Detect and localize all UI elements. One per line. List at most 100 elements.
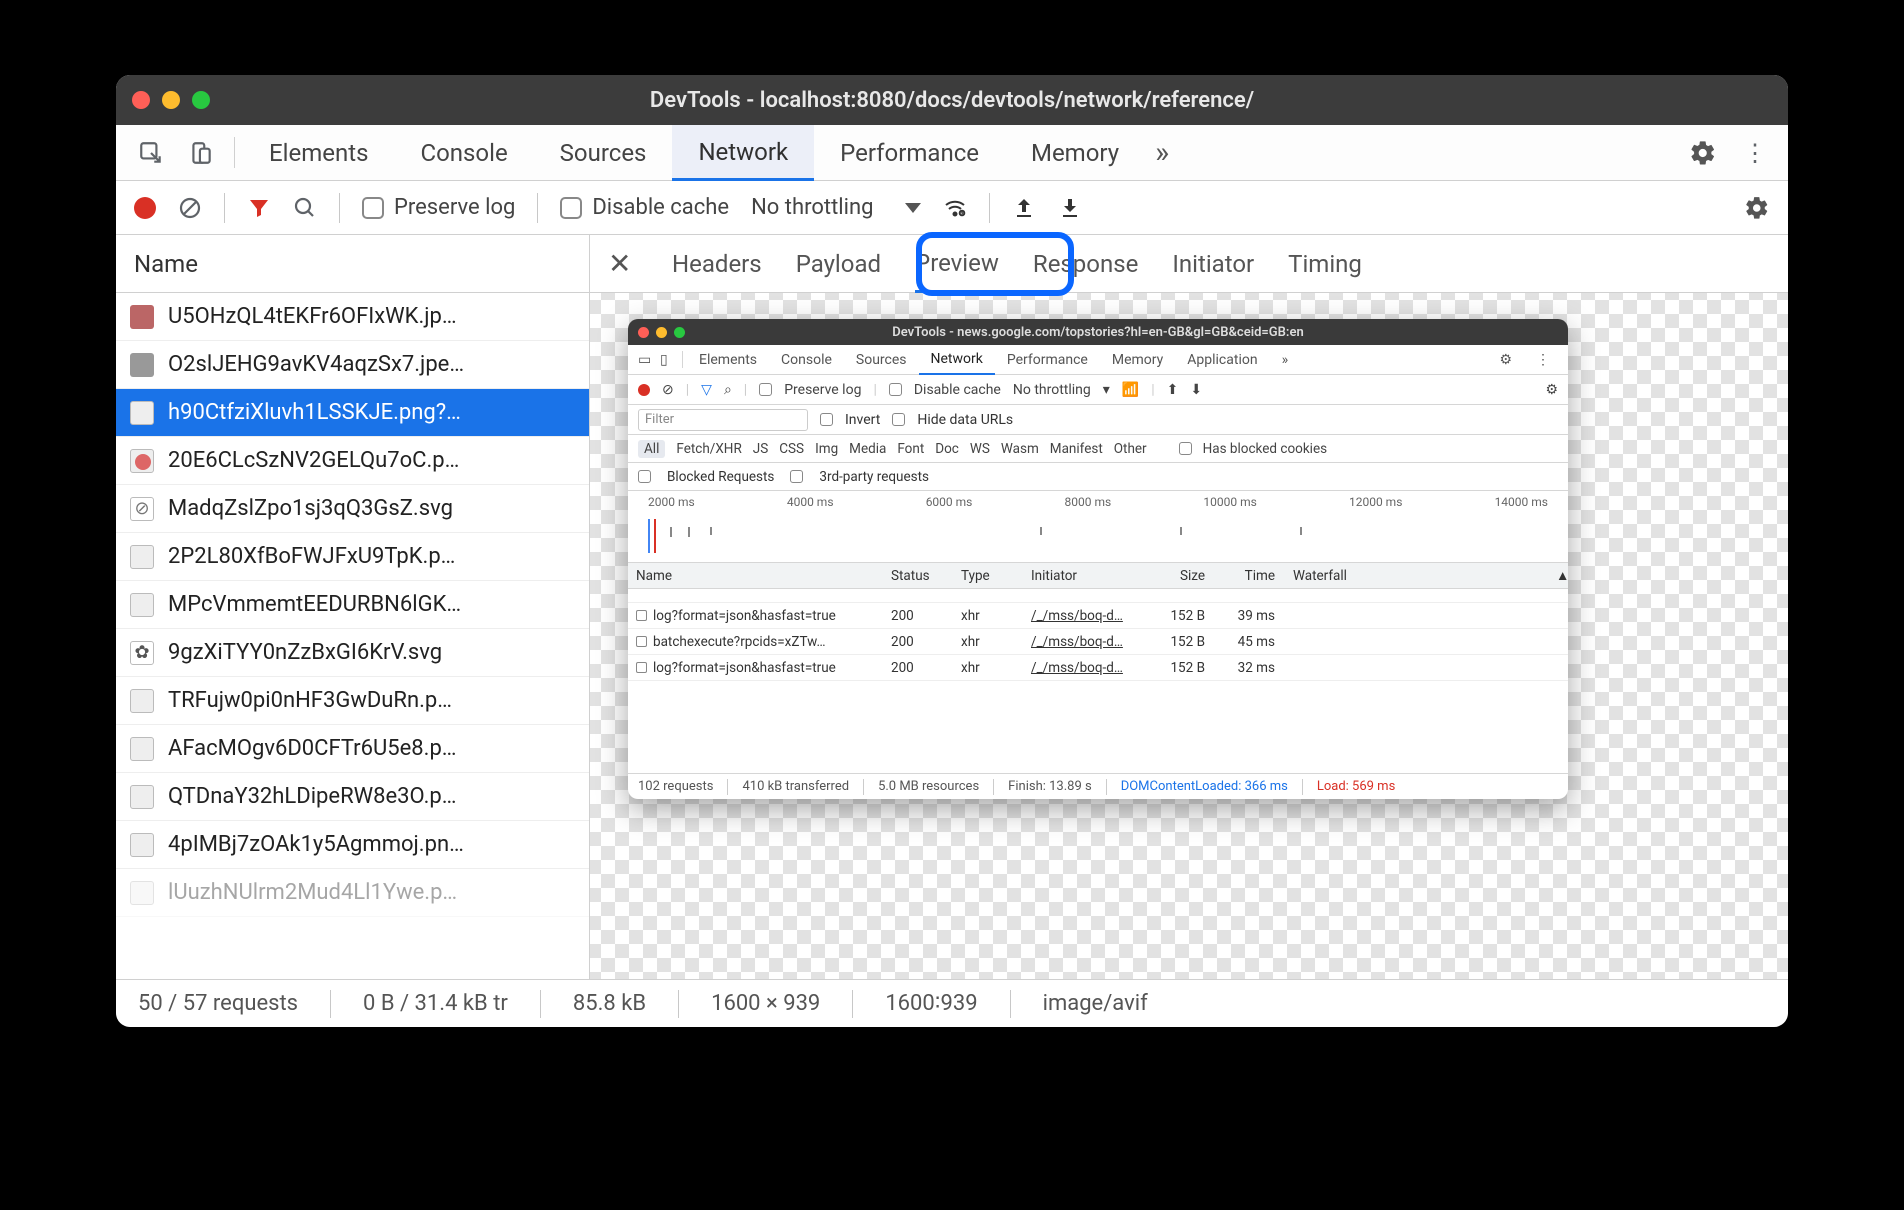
request-row[interactable]: 4pIMBj7zOAk1y5Agmmoj.pn… [116, 821, 589, 869]
mini-request-table: NameStatusTypeInitiatorSizeTimeWaterfall… [628, 563, 1568, 681]
mini-tab-sources: Sources [844, 345, 919, 374]
inspect-element-icon[interactable] [126, 125, 176, 180]
kebab-menu-icon[interactable]: ⋮ [1728, 125, 1778, 180]
mini-filter-row: Filter Invert Hide data URLs [628, 405, 1568, 435]
mini-hide-urls: Hide data URLs [917, 412, 1013, 428]
tab-memory[interactable]: Memory [1005, 125, 1145, 180]
request-row[interactable]: lUuzhNUlrm2Mud4Ll1Ywe.p… [116, 869, 589, 917]
mini-filter-types: All Fetch/XHRJSCSSImgMediaFontDocWSWasmM… [628, 435, 1568, 463]
kebab-menu-icon: ⋮ [1524, 345, 1562, 374]
clear-icon[interactable] [178, 196, 202, 220]
mini-tab-network: Network [919, 345, 995, 375]
tab-network[interactable]: Network [672, 125, 814, 181]
preserve-log-checkbox[interactable]: Preserve log [362, 195, 515, 220]
requests-count: 50 / 57 requests [138, 991, 298, 1016]
tab-elements[interactable]: Elements [243, 125, 394, 180]
disable-cache-checkbox[interactable]: Disable cache [560, 195, 729, 220]
network-settings-gear-icon[interactable] [1744, 195, 1770, 221]
gear-icon: ⚙ [1545, 382, 1558, 398]
mini-tab-console: Console [769, 345, 844, 374]
divider [234, 137, 235, 168]
request-row[interactable]: 20E6CLcSzNV2GELQu7oC.p… [116, 437, 589, 485]
more-tabs-chevron-icon[interactable]: » [1155, 125, 1169, 180]
devtools-window: DevTools - localhost:8080/docs/devtools/… [116, 75, 1788, 1027]
tab-sources[interactable]: Sources [534, 125, 673, 180]
request-list: U5OHzQL4tEKFr6OFIxWK.jp… O2slJEHG9avKV4a… [116, 293, 589, 979]
network-toolbar: Preserve log Disable cache No throttling [116, 181, 1788, 235]
mini-blocked-row: Blocked Requests 3rd-party requests [628, 463, 1568, 491]
name-column-header[interactable]: Name [116, 235, 589, 293]
request-row[interactable]: O2slJEHG9avKV4aqzSx7.jpe… [116, 341, 589, 389]
download-har-icon[interactable] [1058, 196, 1082, 220]
transferred-size: 0 B / 31.4 kB tr [363, 991, 508, 1016]
preview-image: DevTools - news.google.com/topstories?hl… [628, 319, 1568, 799]
tab-console[interactable]: Console [394, 125, 533, 180]
image-dimensions: 1600 × 939 [711, 991, 820, 1016]
mini-titlebar: DevTools - news.google.com/topstories?hl… [628, 319, 1568, 345]
panel-tabs: Elements Console Sources Network Perform… [116, 125, 1788, 181]
mini-tab-performance: Performance [995, 345, 1100, 374]
mini-window-title: DevTools - news.google.com/topstories?hl… [628, 325, 1568, 340]
preview-area: DevTools - news.google.com/topstories?hl… [590, 293, 1788, 979]
request-row-selected[interactable]: h90CtfziXluvh1LSSKJE.png?… [116, 389, 589, 437]
maximize-window-button[interactable] [192, 91, 210, 109]
record-icon [638, 384, 650, 396]
minimize-window-button[interactable] [162, 91, 180, 109]
mini-throttling: No throttling [1013, 382, 1091, 398]
settings-gear-icon[interactable] [1678, 125, 1728, 180]
tab-initiator[interactable]: Initiator [1172, 235, 1254, 292]
upload-har-icon[interactable] [1012, 196, 1036, 220]
gear-icon: ⚙ [1487, 345, 1524, 374]
mini-disable-cache: Disable cache [914, 382, 1001, 398]
close-detail-icon[interactable]: ✕ [608, 235, 638, 292]
tab-headers[interactable]: Headers [672, 235, 762, 292]
request-row[interactable]: TRFujw0pi0nHF3GwDuRn.p… [116, 677, 589, 725]
network-conditions-icon[interactable] [943, 196, 967, 220]
mime-type: image/avif [1043, 991, 1148, 1016]
titlebar: DevTools - localhost:8080/docs/devtools/… [116, 75, 1788, 125]
tab-performance[interactable]: Performance [814, 125, 1005, 180]
mini-tab-elements: Elements [687, 345, 769, 374]
mini-toolbar: ⊘ | ▽ ⌕ | Preserve log | Disable cache N… [628, 375, 1568, 405]
window-title: DevTools - localhost:8080/docs/devtools/… [116, 88, 1788, 113]
traffic-lights [132, 91, 210, 109]
requests-sidebar: Name U5OHzQL4tEKFr6OFIxWK.jp… O2slJEHG9a… [116, 235, 590, 979]
filter-funnel-icon[interactable] [247, 196, 271, 220]
disable-cache-label: Disable cache [592, 195, 729, 220]
mini-panel-tabs: ▭ ▯ Elements Console Sources Network Per… [628, 345, 1568, 375]
device-toggle-icon: ▯ [656, 345, 678, 374]
preserve-log-label: Preserve log [394, 195, 515, 220]
search-icon[interactable] [293, 196, 317, 220]
mini-status-bar: 102 requests 410 kB transferred 5.0 MB r… [628, 773, 1568, 799]
throttling-dropdown[interactable]: No throttling [751, 195, 921, 220]
request-row[interactable]: QTDnaY32hLDipeRW8e3O.p… [116, 773, 589, 821]
record-button[interactable] [134, 197, 156, 219]
mini-timeline: 2000 ms4000 ms6000 ms8000 ms10000 ms1200… [628, 491, 1568, 563]
filter-funnel-icon: ▽ [701, 382, 712, 398]
request-row[interactable]: ⊘MadqZslZpo1sj3qQ3GsZ.svg [116, 485, 589, 533]
download-icon: ⬇ [1190, 382, 1202, 398]
request-row[interactable]: ✿9gzXiTYY0nZzBxGI6KrV.svg [116, 629, 589, 677]
device-toggle-icon[interactable] [176, 125, 226, 180]
clear-icon: ⊘ [662, 382, 674, 398]
tab-payload[interactable]: Payload [796, 235, 881, 292]
request-row[interactable]: U5OHzQL4tEKFr6OFIxWK.jp… [116, 293, 589, 341]
detail-tabs: ✕ Headers Payload Preview Response Initi… [590, 235, 1788, 293]
mini-tab-application: Application [1175, 345, 1269, 374]
tab-timing[interactable]: Timing [1288, 235, 1362, 292]
request-row[interactable]: AFacMOgv6D0CFTr6U5e8.p… [116, 725, 589, 773]
request-row[interactable]: 2P2L80XfBoFWJFxU9TpK.p… [116, 533, 589, 581]
search-icon: ⌕ [724, 382, 732, 398]
image-aspect: 1600∶939 [885, 991, 977, 1016]
more-tabs-chevron-icon: » [1270, 345, 1301, 374]
tab-preview[interactable]: Preview [915, 235, 999, 293]
wifi-icon: 📶 [1122, 382, 1139, 398]
tab-response[interactable]: Response [1033, 235, 1138, 292]
mini-invert: Invert [845, 412, 880, 428]
resource-size: 85.8 kB [573, 991, 646, 1016]
request-row[interactable]: MPcVmmemtEEDURBN6lGK… [116, 581, 589, 629]
mini-tab-memory: Memory [1100, 345, 1175, 374]
close-window-button[interactable] [132, 91, 150, 109]
upload-icon: ⬆ [1167, 382, 1179, 398]
inspect-element-icon: ▭ [634, 345, 656, 374]
